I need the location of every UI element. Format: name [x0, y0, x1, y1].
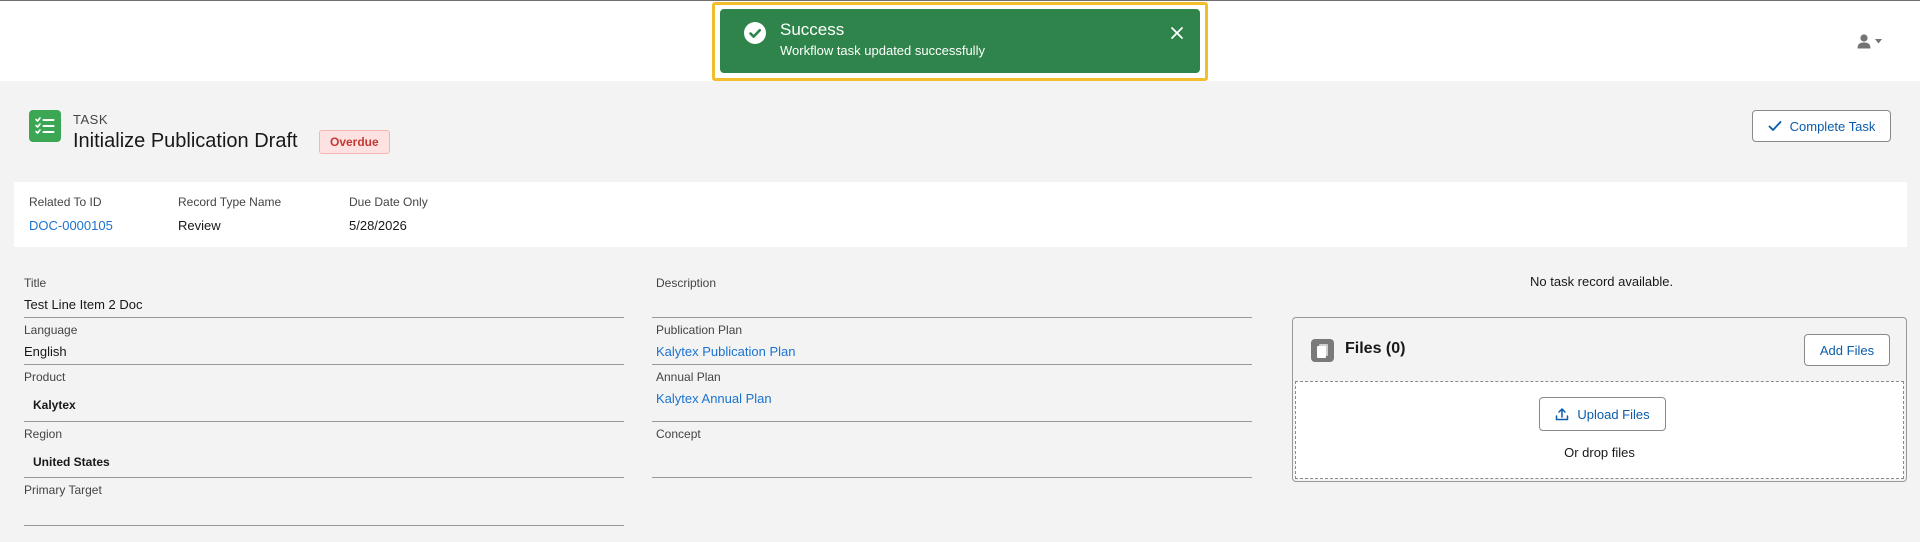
field-label: Product [24, 370, 66, 384]
highlight-related-to: Related To ID DOC-0000105 [29, 195, 113, 233]
field-value: English [24, 344, 67, 359]
files-title: Files (0) [1345, 340, 1406, 357]
field-value: Test Line Item 2 Doc [24, 297, 143, 312]
field-description: Description [652, 276, 1252, 318]
field-value: Kalytex [33, 398, 76, 412]
field-label: Annual Plan [656, 370, 721, 384]
no-task-record-text: No task record available. [1530, 274, 1674, 289]
field-label: Publication Plan [656, 323, 743, 337]
field-annual-plan: Annual Plan Kalytex Annual Plan [652, 370, 1252, 422]
publication-plan-link[interactable]: Kalytex Publication Plan [656, 344, 795, 359]
highlight-value: 5/28/2026 [349, 218, 407, 233]
highlight-record-type: Record Type Name Review [178, 195, 281, 233]
check-circle-icon [744, 22, 766, 44]
toast-title: Success [780, 20, 845, 39]
status-badge: Overdue [319, 130, 390, 154]
user-icon [1857, 34, 1871, 49]
field-label: Primary Target [24, 483, 102, 497]
close-icon[interactable] [1168, 24, 1186, 42]
file-icon [1311, 339, 1334, 362]
highlight-due-date: Due Date Only 5/28/2026 [349, 195, 428, 233]
field-primary-target: Primary Target [24, 483, 624, 526]
drop-files-text: Or drop files [1564, 445, 1635, 460]
field-label: Concept [656, 427, 701, 441]
field-region: Region United States [24, 427, 624, 478]
user-menu[interactable] [1856, 33, 1882, 49]
field-product: Product Kalytex [24, 370, 624, 422]
annual-plan-link[interactable]: Kalytex Annual Plan [656, 391, 772, 406]
field-label: Description [656, 276, 717, 290]
field-label: Title [24, 276, 47, 290]
add-files-button[interactable]: Add Files [1804, 334, 1890, 366]
caret-down-icon [1875, 38, 1882, 43]
upload-icon [1556, 408, 1569, 421]
highlights-panel: Related To ID DOC-0000105 Record Type Na… [14, 182, 1907, 247]
check-icon [1768, 121, 1782, 131]
field-language: Language English [24, 323, 624, 365]
related-to-link[interactable]: DOC-0000105 [29, 218, 113, 233]
highlight-label: Related To ID [29, 195, 102, 209]
complete-task-button[interactable]: Complete Task [1752, 110, 1891, 142]
field-label: Language [24, 323, 78, 337]
field-concept: Concept [652, 427, 1252, 478]
toast-message: Workflow task updated successfully [780, 43, 985, 58]
highlight-value: Review [178, 218, 221, 233]
highlight-label: Record Type Name [178, 195, 282, 209]
file-dropzone[interactable]: Upload Files Or drop files [1295, 381, 1904, 479]
field-label: Region [24, 427, 63, 441]
files-card: Files (0) Add Files Upload Files Or drop… [1292, 317, 1907, 482]
upload-files-label: Upload Files [1577, 406, 1650, 422]
complete-task-label: Complete Task [1789, 118, 1876, 134]
success-toast: Success Workflow task updated successful… [720, 9, 1200, 73]
highlight-label: Due Date Only [349, 195, 428, 209]
task-icon [29, 110, 61, 142]
upload-files-button[interactable]: Upload Files [1539, 397, 1666, 431]
page-title: Initialize Publication Draft [73, 130, 298, 152]
field-value: United States [33, 455, 110, 469]
field-title: Title Test Line Item 2 Doc [24, 276, 624, 318]
field-publication-plan: Publication Plan Kalytex Publication Pla… [652, 323, 1252, 365]
object-type-label: TASK [73, 112, 108, 127]
